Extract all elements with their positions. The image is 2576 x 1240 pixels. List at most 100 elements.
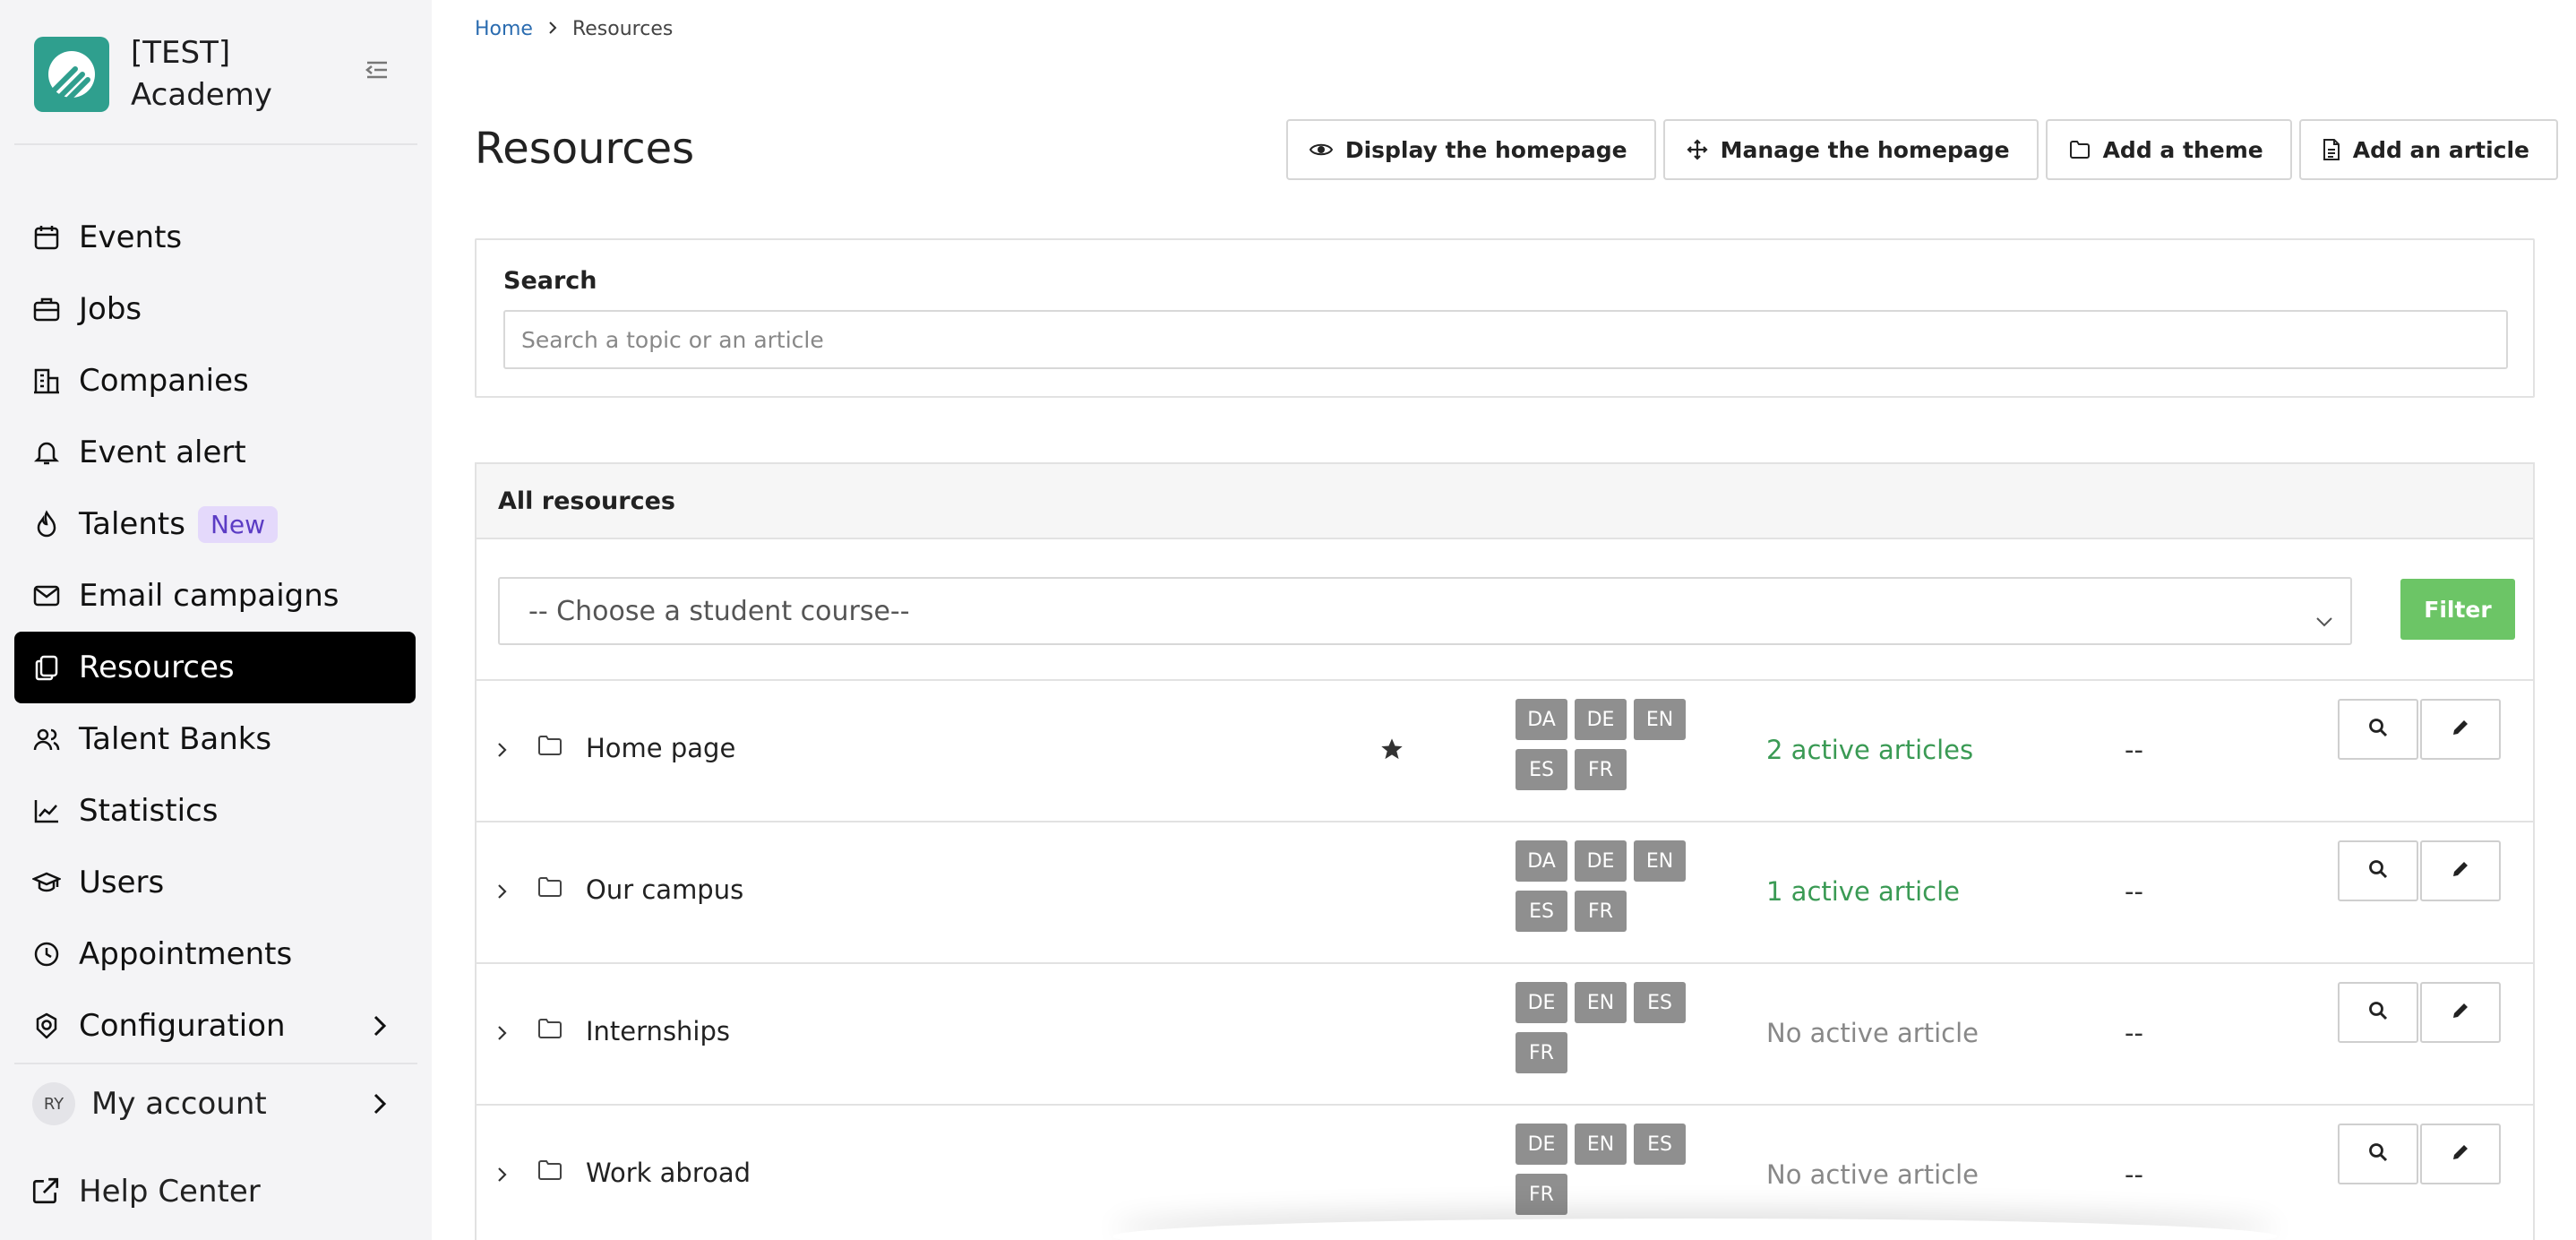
collapse-sidebar-icon[interactable]	[364, 57, 391, 82]
pencil-icon	[2451, 1142, 2470, 1166]
row-extra: --	[2125, 1018, 2143, 1048]
brand[interactable]: [TEST] Academy	[34, 32, 310, 116]
language-tag: DE	[1575, 840, 1627, 882]
resource-name[interactable]: Home page	[586, 733, 735, 763]
resource-name[interactable]: Internships	[586, 1016, 730, 1046]
folder-icon	[537, 1159, 562, 1184]
help-center-link[interactable]: Help Center	[14, 1156, 416, 1227]
expand-chevron-icon[interactable]	[496, 740, 509, 763]
row-extra: --	[2125, 735, 2143, 765]
sidebar-item-label: Resources	[79, 650, 235, 685]
table-row[interactable]: Our campus DA DE EN ES FR 1 active artic…	[477, 821, 2533, 962]
add-theme-button[interactable]: Add a theme	[2045, 119, 2292, 180]
breadcrumb-current: Resources	[571, 18, 674, 40]
add-theme-label: Add a theme	[2102, 136, 2263, 163]
search-panel: Search	[475, 238, 2535, 398]
users-icon	[30, 723, 63, 755]
view-button[interactable]	[2338, 699, 2418, 760]
document-icon	[2323, 138, 2340, 161]
filter-button[interactable]: Filter	[2400, 579, 2515, 640]
student-course-select[interactable]: -- Choose a student course--	[498, 577, 2352, 645]
sidebar-item-talent-banks[interactable]: Talent Banks	[14, 703, 416, 775]
add-article-button[interactable]: Add an article	[2298, 119, 2558, 180]
display-homepage-button[interactable]: Display the homepage	[1285, 119, 1656, 180]
settings-icon	[30, 1010, 63, 1042]
expand-chevron-icon[interactable]	[496, 1165, 509, 1188]
sidebar-item-appointments[interactable]: Appointments	[14, 918, 416, 990]
my-account[interactable]: RY My account	[14, 1068, 416, 1140]
language-tags: DE EN ES FR	[1516, 1124, 1704, 1215]
row-extra: --	[2125, 1159, 2143, 1190]
expand-chevron-icon[interactable]	[496, 1023, 509, 1046]
pencil-icon	[2451, 718, 2470, 741]
sidebar-item-jobs[interactable]: Jobs	[14, 273, 416, 345]
view-button[interactable]	[2338, 982, 2418, 1043]
sidebar-item-resources[interactable]: Resources	[14, 632, 416, 703]
language-tag: ES	[1516, 891, 1567, 932]
edit-button[interactable]	[2420, 1124, 2501, 1184]
resource-name[interactable]: Our campus	[586, 874, 743, 905]
sidebar-item-talents[interactable]: Talents New	[14, 488, 416, 560]
article-status: 2 active articles	[1766, 735, 1974, 765]
view-button[interactable]	[2338, 1124, 2418, 1184]
new-badge: New	[197, 505, 279, 543]
expand-chevron-icon[interactable]	[496, 882, 509, 905]
display-homepage-label: Display the homepage	[1344, 136, 1627, 163]
sidebar-item-label: Users	[79, 865, 165, 900]
search-icon	[2368, 859, 2388, 883]
language-tag: EN	[1634, 840, 1686, 882]
view-button[interactable]	[2338, 840, 2418, 901]
chevron-down-icon	[2314, 604, 2334, 635]
sidebar-item-label: Email campaigns	[79, 578, 339, 614]
language-tag: ES	[1634, 1124, 1686, 1165]
table-row[interactable]: Internships DE EN ES FR No active articl…	[477, 962, 2533, 1104]
resource-name[interactable]: Work abroad	[586, 1158, 751, 1188]
chevron-right-icon	[371, 1012, 389, 1048]
table-row[interactable]: Home page DA DE EN ES FR 2 active articl…	[477, 679, 2533, 821]
sidebar-item-users[interactable]: Users	[14, 847, 416, 918]
sidebar-item-events[interactable]: Events	[14, 202, 416, 273]
search-icon	[2368, 718, 2388, 741]
sidebar-item-label: Talents	[79, 506, 185, 542]
flame-icon	[30, 508, 63, 540]
divider	[14, 143, 417, 145]
language-tag: DE	[1516, 982, 1567, 1023]
breadcrumb-home-link[interactable]: Home	[475, 18, 533, 40]
language-tag: FR	[1575, 891, 1627, 932]
chevron-right-icon	[547, 19, 558, 40]
briefcase-icon	[30, 293, 63, 325]
folder-icon	[2069, 140, 2091, 159]
sidebar-nav: Events Jobs Companies Event alert Talent…	[14, 202, 416, 1062]
resources-list: Home page DA DE EN ES FR 2 active articl…	[477, 679, 2533, 1240]
pencil-icon	[2451, 1001, 2470, 1024]
sidebar-item-event-alert[interactable]: Event alert	[14, 417, 416, 488]
move-icon	[1687, 139, 1708, 160]
search-input[interactable]	[503, 310, 2508, 369]
language-tags: DE EN ES FR	[1516, 982, 1704, 1073]
resources-panel: All resources -- Choose a student course…	[475, 462, 2535, 1240]
search-label: Search	[503, 267, 597, 295]
edit-button[interactable]	[2420, 840, 2501, 901]
external-link-icon	[30, 1175, 63, 1208]
sidebar-item-label: Talent Banks	[79, 721, 272, 757]
manage-homepage-button[interactable]: Manage the homepage	[1662, 119, 2039, 180]
sidebar-item-statistics[interactable]: Statistics	[14, 775, 416, 847]
sidebar-item-label: Jobs	[79, 291, 142, 327]
sidebar-item-email-campaigns[interactable]: Email campaigns	[14, 560, 416, 632]
sidebar-item-companies[interactable]: Companies	[14, 345, 416, 417]
edit-button[interactable]	[2420, 699, 2501, 760]
language-tag: DE	[1575, 699, 1627, 740]
sidebar-item-configuration[interactable]: Configuration	[14, 990, 416, 1062]
avatar: RY	[32, 1082, 75, 1125]
article-status: 1 active article	[1766, 876, 1960, 907]
divider	[14, 1063, 417, 1064]
edit-button[interactable]	[2420, 982, 2501, 1043]
documents-icon	[30, 651, 63, 684]
sidebar-item-label: Companies	[79, 363, 249, 399]
resources-header: All resources	[477, 464, 2533, 539]
calendar-icon	[30, 221, 63, 254]
language-tag: FR	[1575, 749, 1627, 790]
folder-icon	[537, 735, 562, 760]
folder-icon	[537, 1018, 562, 1043]
language-tag: EN	[1575, 982, 1627, 1023]
